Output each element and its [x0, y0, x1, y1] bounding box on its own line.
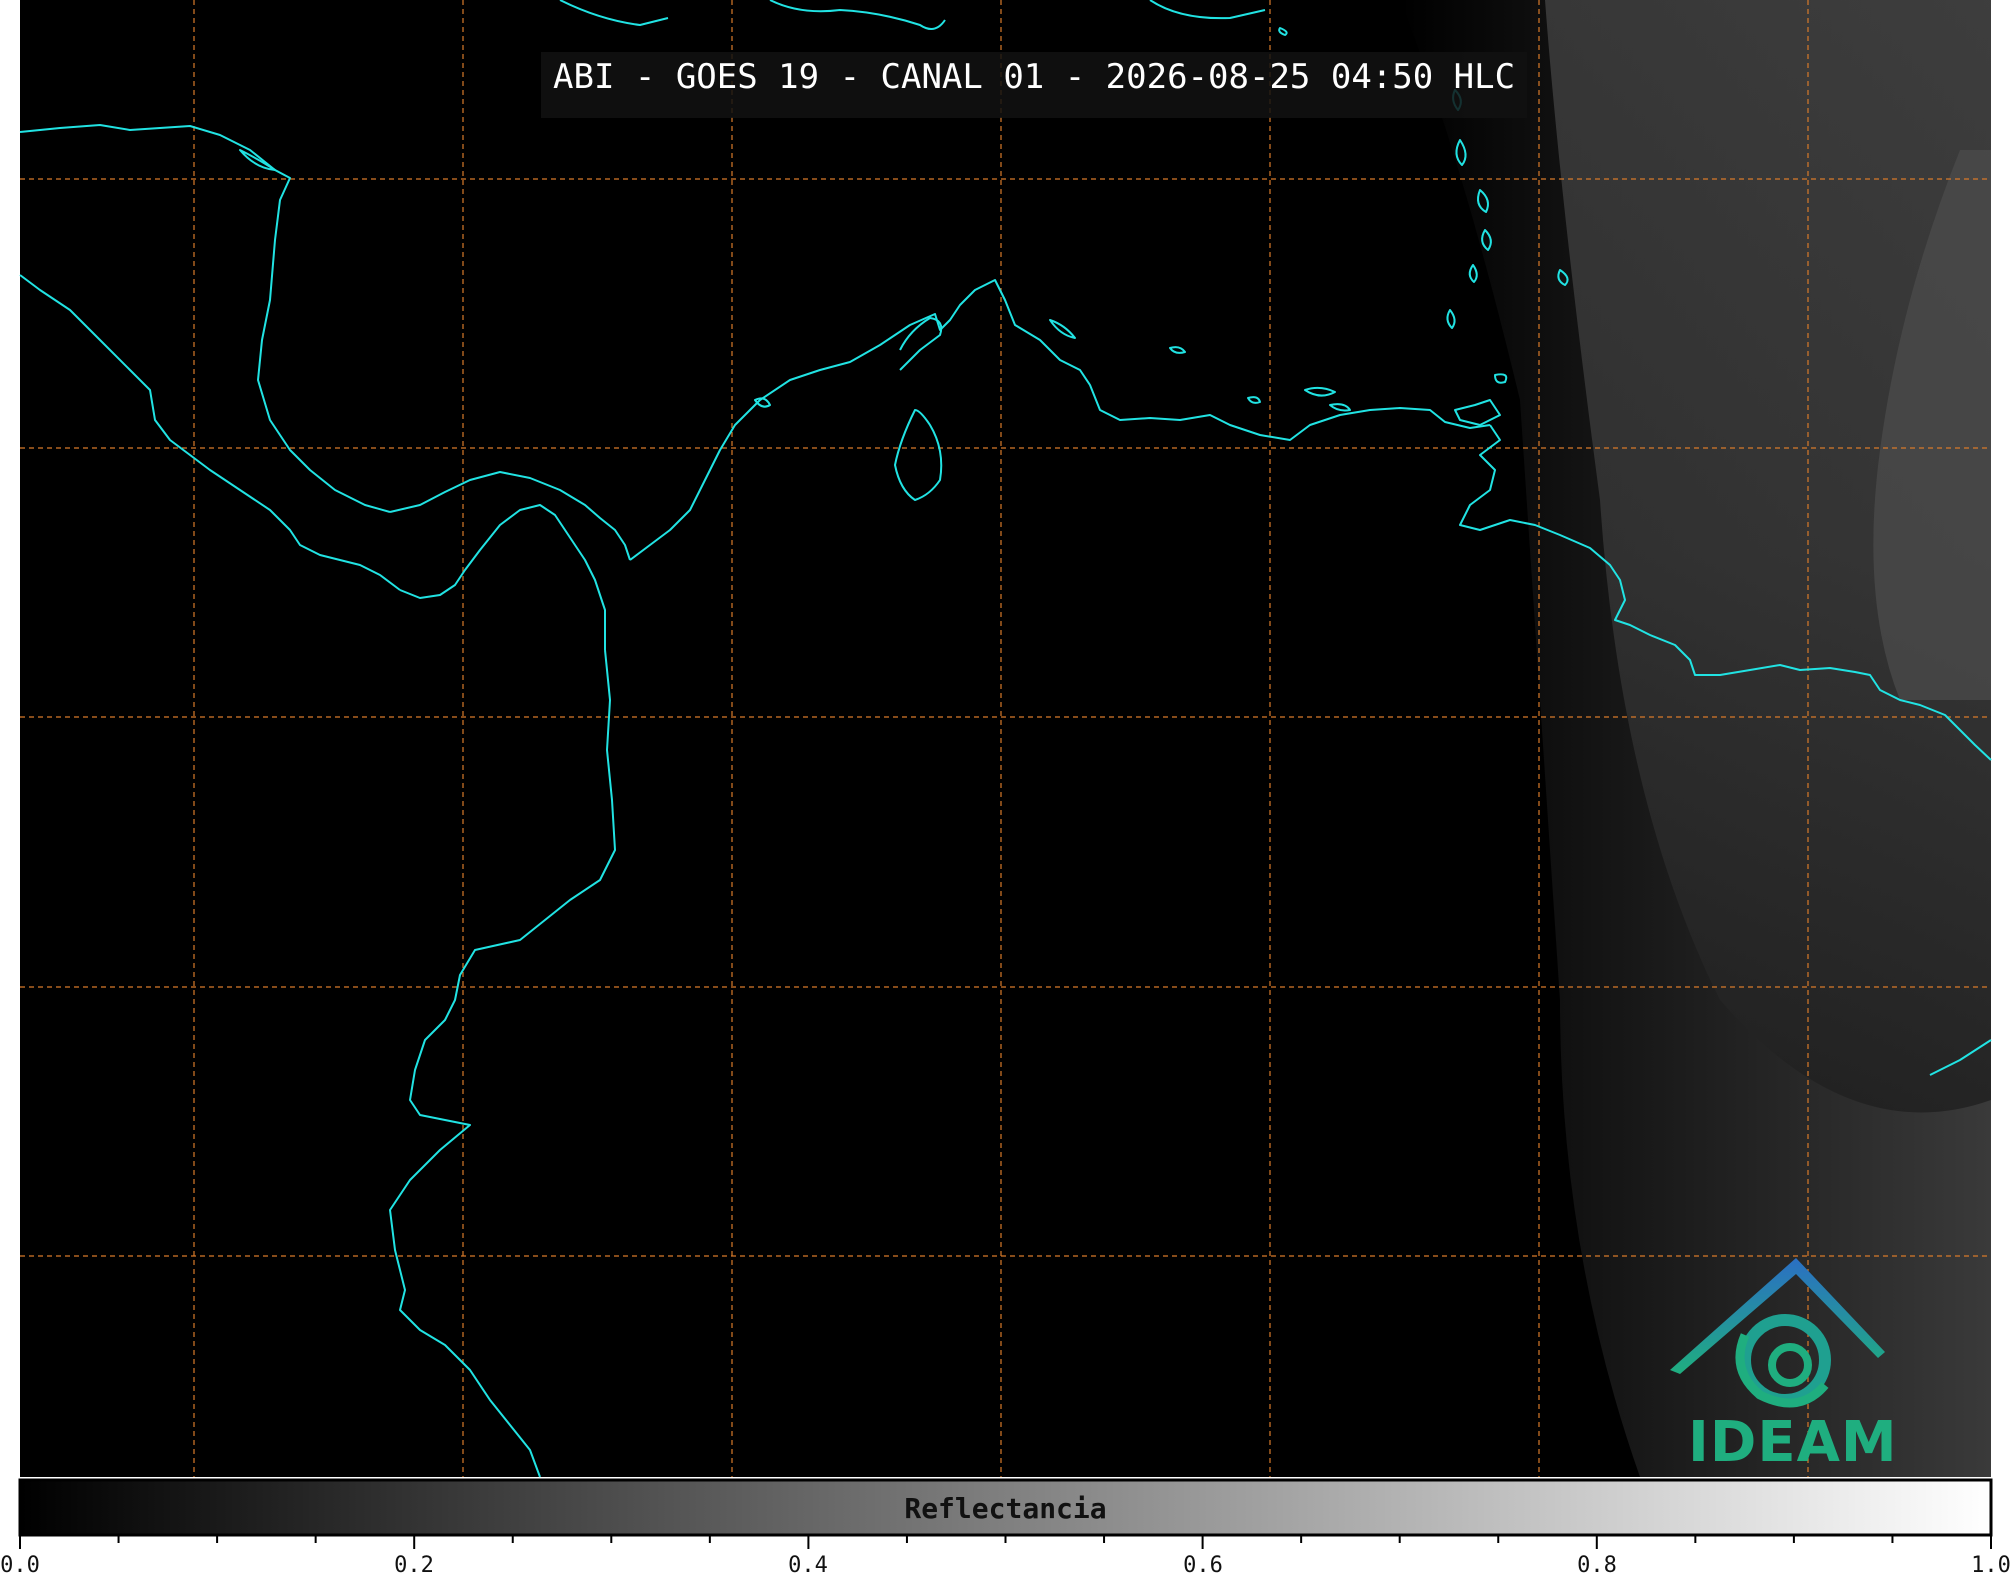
colorbar-label: Reflectancia [904, 1492, 1107, 1525]
colorbar-ticks [19, 1535, 1992, 1549]
colorbar-tick-label: 0.8 [1577, 1553, 1617, 1578]
colorbar-tick-label: 0.6 [1183, 1553, 1223, 1578]
logo-text: IDEAM [1688, 1410, 1898, 1475]
satellite-map [18, 0, 1993, 1549]
colorbar-tick-label: 0.0 [0, 1553, 40, 1578]
colorbar-tick-label: 0.4 [788, 1553, 828, 1578]
map-title: ABI - GOES 19 - CANAL 01 - 2026-08-25 04… [541, 52, 1528, 118]
colorbar-tick-label: 1.0 [1971, 1553, 2011, 1578]
colorbar-tick-label: 0.2 [394, 1553, 434, 1578]
